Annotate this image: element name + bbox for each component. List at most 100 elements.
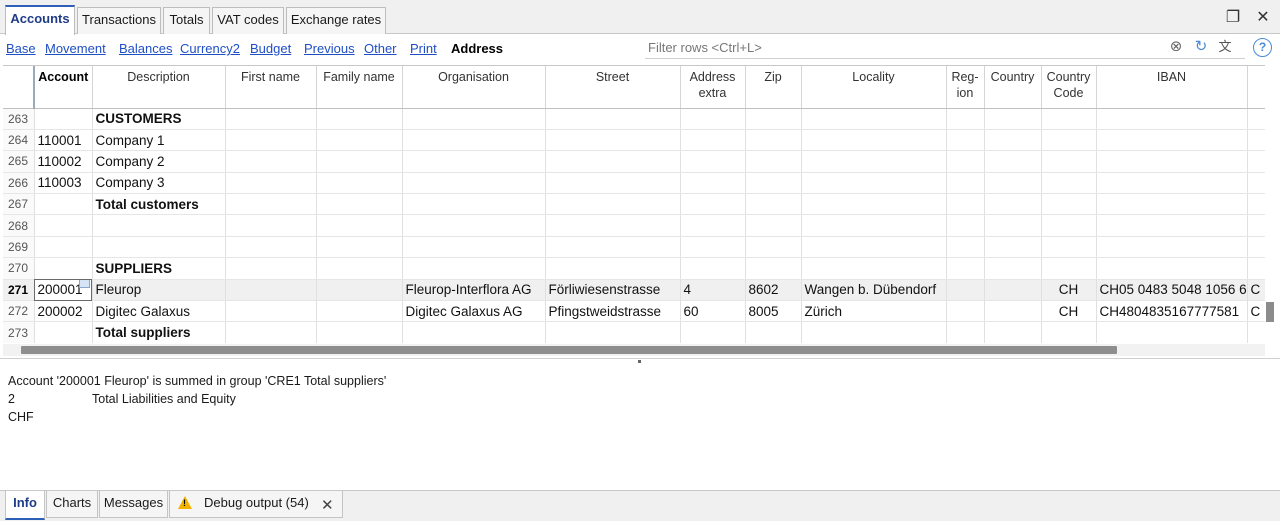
cell-organisation[interactable]: [402, 257, 546, 280]
columns-address-link[interactable]: Address: [451, 41, 503, 56]
cell-street[interactable]: [545, 193, 681, 216]
row-number[interactable]: 263: [3, 108, 35, 130]
cell-iban[interactable]: CH4804835167777581: [1096, 300, 1248, 323]
cell-iban[interactable]: [1096, 257, 1248, 280]
cell-account[interactable]: [34, 108, 93, 130]
row-number[interactable]: 267: [3, 193, 35, 216]
cell-organisation[interactable]: [402, 108, 546, 130]
cell-address-extra[interactable]: [680, 257, 746, 280]
table-row[interactable]: 267 Total customers: [3, 193, 1265, 216]
cell-country[interactable]: [984, 279, 1042, 302]
cell-region[interactable]: [946, 279, 985, 302]
cell-locality[interactable]: Wangen b. Dübendorf: [801, 279, 947, 302]
cell-family-name[interactable]: [316, 300, 403, 323]
cell-address-extra[interactable]: [680, 321, 746, 343]
cell-region[interactable]: [946, 214, 985, 237]
cell-description[interactable]: Total suppliers: [92, 321, 226, 343]
cell-country-code[interactable]: [1041, 257, 1097, 280]
row-number[interactable]: 269: [3, 236, 35, 259]
cell-overflow[interactable]: [1247, 236, 1265, 259]
cell-iban[interactable]: [1096, 321, 1248, 343]
cell-iban[interactable]: CH05 0483 5048 1056 6: [1096, 279, 1248, 302]
cell-iban[interactable]: [1096, 236, 1248, 259]
cell-country[interactable]: [984, 193, 1042, 216]
cell-locality[interactable]: [801, 108, 947, 130]
cell-description[interactable]: Fleurop: [92, 279, 226, 302]
translate-icon[interactable]: 文: [1216, 38, 1234, 56]
cell-address-extra[interactable]: [680, 108, 746, 130]
cell-family-name[interactable]: [316, 193, 403, 216]
cell-region[interactable]: [946, 300, 985, 323]
cell-country[interactable]: [984, 172, 1042, 195]
cell-iban[interactable]: [1096, 214, 1248, 237]
cell-description[interactable]: Digitec Galaxus: [92, 300, 226, 323]
filter-rows-input[interactable]: [645, 37, 1155, 57]
row-number[interactable]: 264: [3, 129, 35, 152]
cell-account[interactable]: [34, 214, 93, 237]
cell-region[interactable]: [946, 321, 985, 343]
cell-zip[interactable]: [745, 214, 802, 237]
cell-description[interactable]: Company 2: [92, 150, 226, 173]
cell-organisation[interactable]: [402, 214, 546, 237]
cell-family-name[interactable]: [316, 257, 403, 280]
cell-region[interactable]: [946, 236, 985, 259]
cell-country[interactable]: [984, 236, 1042, 259]
cell-first-name[interactable]: [225, 300, 317, 323]
cell-first-name[interactable]: [225, 129, 317, 152]
cell-organisation[interactable]: [402, 193, 546, 216]
cell-account[interactable]: 110003: [34, 172, 93, 195]
column-header-iban[interactable]: IBAN: [1096, 66, 1248, 109]
cell-street[interactable]: Förliwiesenstrasse: [545, 279, 681, 302]
column-header-country-code[interactable]: Country Code: [1041, 66, 1097, 109]
column-header-address-extra[interactable]: Address extra: [680, 66, 746, 109]
cell-first-name[interactable]: [225, 279, 317, 302]
cell-iban[interactable]: [1096, 172, 1248, 195]
column-header-account[interactable]: Account: [33, 66, 93, 109]
cell-account[interactable]: [34, 257, 93, 280]
cell-zip[interactable]: [745, 257, 802, 280]
cell-overflow[interactable]: [1247, 321, 1265, 343]
cell-zip[interactable]: 8005: [745, 300, 802, 323]
cell-street[interactable]: [545, 150, 681, 173]
cell-family-name[interactable]: [316, 321, 403, 343]
cell-description[interactable]: SUPPLIERS: [92, 257, 226, 280]
columns-base-link[interactable]: Base: [6, 41, 36, 56]
cell-iban[interactable]: [1096, 108, 1248, 130]
cell-organisation[interactable]: [402, 236, 546, 259]
column-header-locality[interactable]: Locality: [801, 66, 947, 109]
cell-organisation[interactable]: [402, 321, 546, 343]
column-header-street[interactable]: Street: [545, 66, 681, 109]
cell-first-name[interactable]: [225, 236, 317, 259]
restore-window-icon[interactable]: ❐: [1224, 9, 1242, 27]
cell-account[interactable]: [34, 321, 93, 343]
cell-locality[interactable]: [801, 257, 947, 280]
column-header-zip[interactable]: Zip: [745, 66, 802, 109]
table-row[interactable]: 272 200002 Digitec Galaxus Digitec Galaxus …: [3, 300, 1265, 323]
cell-country-code[interactable]: CH: [1041, 300, 1097, 323]
cell-country[interactable]: [984, 257, 1042, 280]
columns-balances-link[interactable]: Balances: [119, 41, 172, 56]
row-number[interactable]: 270: [3, 257, 35, 280]
cell-locality[interactable]: [801, 236, 947, 259]
cell-address-extra[interactable]: 60: [680, 300, 746, 323]
cell-country[interactable]: [984, 321, 1042, 343]
cell-address-extra[interactable]: [680, 236, 746, 259]
cell-overflow[interactable]: [1247, 172, 1265, 195]
cell-street[interactable]: [545, 214, 681, 237]
cell-street[interactable]: [545, 321, 681, 343]
cell-country[interactable]: [984, 150, 1042, 173]
cell-address-extra[interactable]: 4: [680, 279, 746, 302]
cell-account[interactable]: 110001: [34, 129, 93, 152]
horizontal-scrollbar-thumb[interactable]: [21, 346, 1117, 354]
cell-address-extra[interactable]: [680, 129, 746, 152]
cell-description[interactable]: Company 3: [92, 172, 226, 195]
column-header-family-name[interactable]: Family name: [316, 66, 403, 109]
table-row[interactable]: 268: [3, 214, 1265, 237]
cell-overflow[interactable]: [1247, 193, 1265, 216]
table-row[interactable]: 269: [3, 236, 1265, 259]
cell-organisation[interactable]: [402, 150, 546, 173]
cell-family-name[interactable]: [316, 236, 403, 259]
cell-family-name[interactable]: [316, 214, 403, 237]
cell-overflow[interactable]: [1247, 108, 1265, 130]
table-row[interactable]: 263 CUSTOMERS: [3, 108, 1265, 130]
